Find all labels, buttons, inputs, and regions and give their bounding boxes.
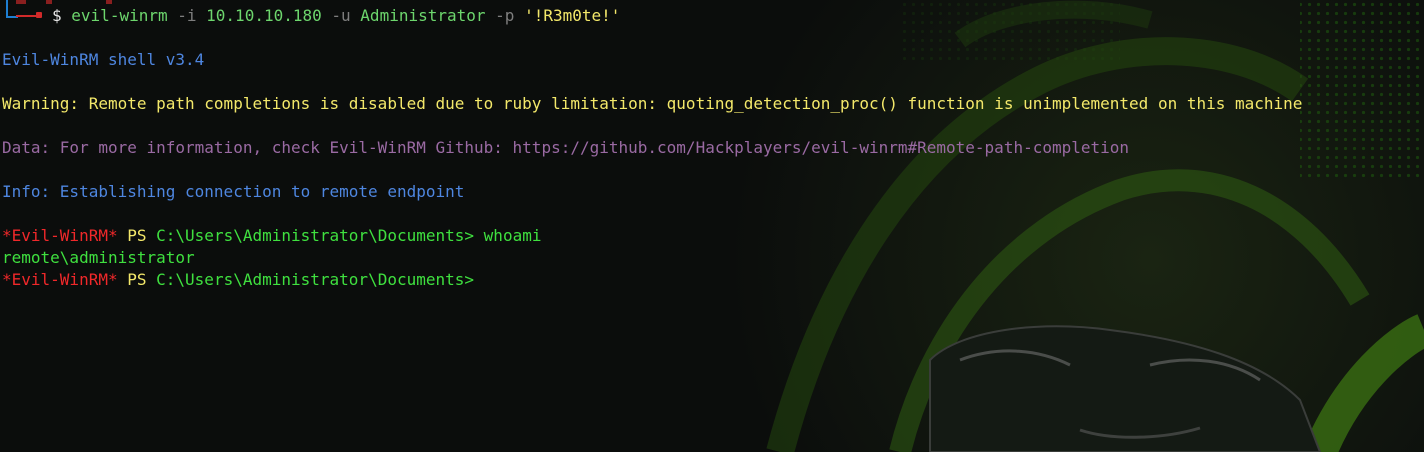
current-path: C:\Users\Administrator\Documents>	[156, 270, 475, 289]
info-line: Info: Establishing connection to remote …	[2, 182, 465, 201]
flag-ip: -i	[177, 6, 197, 25]
active-prompt-line[interactable]: *Evil-WinRM* PS C:\Users\Administrator\D…	[2, 269, 474, 291]
terminal-window[interactable]: $ evil-winrm -i 10.10.10.180 -u Administ…	[0, 0, 1424, 452]
ps-label: PS	[127, 270, 147, 289]
banner-line: Evil-WinRM shell v3.4	[2, 50, 205, 69]
dollar-sign: $	[52, 6, 62, 25]
current-path: C:\Users\Administrator\Documents>	[156, 226, 475, 245]
prompt-arrow-icon	[16, 15, 38, 17]
flag-pass: -p	[495, 6, 515, 25]
prompt-arrow-head-icon	[36, 12, 42, 18]
command-program: evil-winrm	[71, 6, 168, 25]
prompt-header-fragment	[16, 0, 256, 4]
session-command-line: *Evil-WinRM* PS C:\Users\Administrator\D…	[2, 225, 541, 247]
flag-user: -u	[331, 6, 351, 25]
target-password: '!R3m0te!'	[524, 6, 621, 25]
ps-label: PS	[127, 226, 147, 245]
winrm-prompt-tag: *Evil-WinRM*	[2, 270, 118, 289]
data-line: Data: For more information, check Evil-W…	[2, 138, 1130, 157]
warning-line: Warning: Remote path completions is disa…	[2, 94, 1303, 113]
target-user: Administrator	[360, 6, 486, 25]
target-ip: 10.10.10.180	[206, 6, 322, 25]
command-output: remote\administrator	[2, 248, 195, 267]
winrm-prompt-tag: *Evil-WinRM*	[2, 226, 118, 245]
command-line: $ evil-winrm -i 10.10.10.180 -u Administ…	[52, 5, 620, 27]
entered-command: whoami	[483, 226, 542, 245]
